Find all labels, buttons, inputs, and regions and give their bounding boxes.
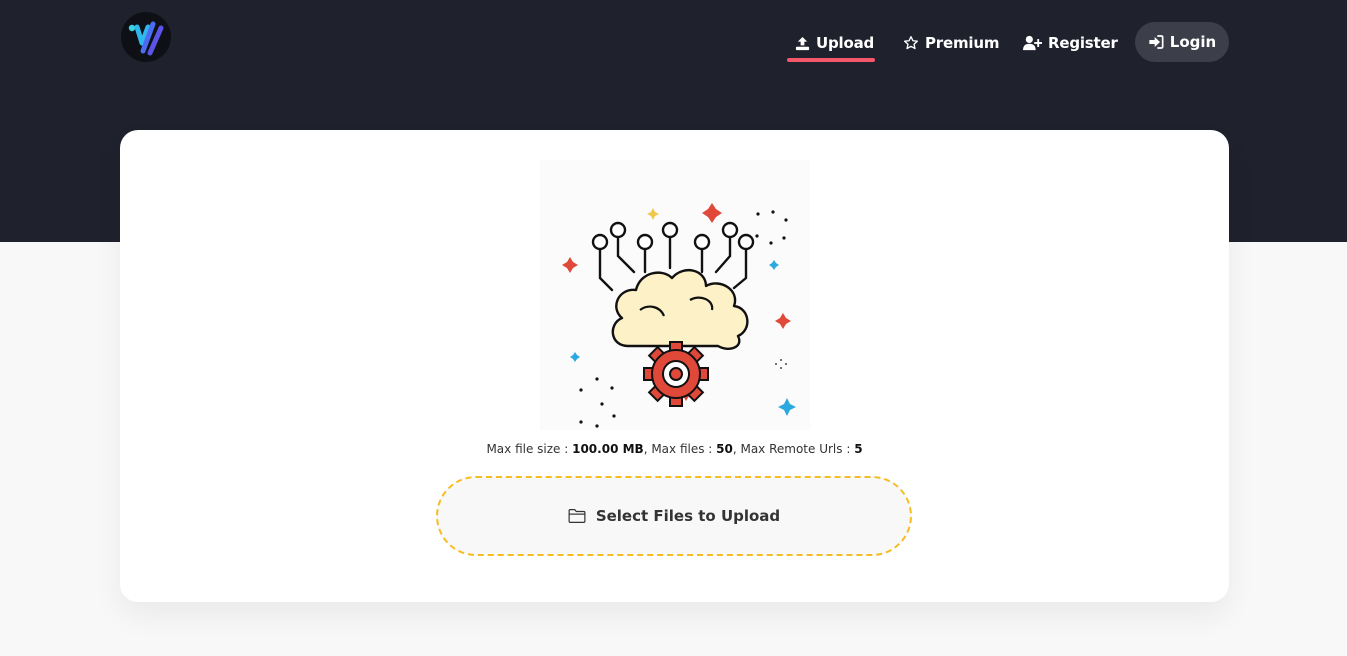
upload-card: Max file size : 100.00 MB, Max files : 5… — [120, 130, 1229, 602]
nav-register-label: Register — [1048, 34, 1118, 52]
max-files-value: 50 — [716, 442, 733, 456]
user-plus-icon — [1023, 35, 1042, 51]
active-nav-underline — [787, 58, 875, 62]
login-label: Login — [1169, 33, 1217, 51]
nav-upload-label: Upload — [816, 34, 875, 52]
main-nav: Upload Premium Register Login — [0, 0, 1347, 80]
upload-limits: Max file size : 100.00 MB, Max files : 5… — [120, 442, 1229, 456]
limits-max-urls-prefix: , Max Remote Urls : — [732, 442, 855, 456]
login-button[interactable]: Login — [1135, 22, 1229, 62]
max-urls-value: 5 — [854, 442, 863, 456]
select-files-label: Select Files to Upload — [595, 507, 781, 525]
nav-premium-label: Premium — [925, 34, 1000, 52]
folder-icon — [568, 509, 586, 523]
max-file-size-value: 100.00 MB — [572, 442, 644, 456]
select-files-button[interactable]: Select Files to Upload — [436, 476, 912, 556]
limits-max-files-prefix: , Max files : — [643, 442, 717, 456]
section-heading-partial — [560, 648, 800, 656]
nav-upload[interactable]: Upload — [795, 28, 874, 58]
limits-file-size-prefix: Max file size : — [486, 442, 573, 456]
upload-icon — [795, 36, 810, 50]
nav-premium[interactable]: Premium — [903, 28, 999, 58]
star-icon — [904, 36, 918, 50]
nav-register[interactable]: Register — [1023, 28, 1118, 58]
sign-in-icon — [1149, 35, 1164, 49]
brain-gear-illustration — [540, 160, 810, 430]
